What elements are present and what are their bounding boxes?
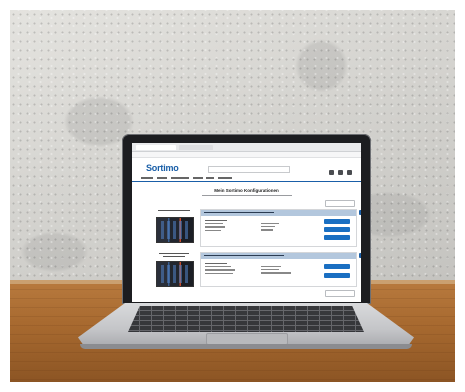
info-icon xyxy=(359,253,361,258)
list-icon xyxy=(338,170,343,175)
browser-tab xyxy=(136,145,176,150)
card-details-panel xyxy=(200,209,361,247)
sortimo-logo: Sortimo xyxy=(146,163,179,173)
laptop-keyboard xyxy=(128,306,364,332)
info-icon xyxy=(359,210,361,215)
page-title: Mein Sortimo Konfigurationen xyxy=(214,188,279,193)
card-panel-header xyxy=(201,210,361,216)
card-title xyxy=(154,209,194,212)
card-action-button xyxy=(324,264,350,269)
laptop-screen: Sortimo Mein Sortimo Konfigurationen xyxy=(132,143,361,302)
site-nav xyxy=(141,176,235,180)
photo: Sortimo Mein Sortimo Konfigurationen xyxy=(10,10,455,382)
header-divider xyxy=(132,181,361,182)
site-search-box xyxy=(208,166,290,173)
laptop-front-edge xyxy=(80,344,412,349)
vehicle-thumbnail xyxy=(156,217,194,243)
page-subtitle xyxy=(132,194,361,197)
user-icon xyxy=(329,170,334,175)
cart-icon xyxy=(347,170,352,175)
configuration-card xyxy=(154,252,361,292)
card-details-panel xyxy=(200,252,361,287)
card-action-button xyxy=(324,235,350,240)
laptop-lid: Sortimo Mein Sortimo Konfigurationen xyxy=(122,134,371,304)
configuration-card xyxy=(154,209,361,249)
sort-button xyxy=(325,200,355,207)
load-more-button xyxy=(325,290,355,297)
card-action-button xyxy=(324,227,350,232)
header-icons xyxy=(327,170,353,176)
browser-tab xyxy=(179,145,213,150)
card-panel-header xyxy=(201,253,361,259)
card-action-button xyxy=(324,219,350,224)
card-title xyxy=(154,252,194,258)
browser-tab-bar xyxy=(132,143,361,152)
vehicle-thumbnail xyxy=(156,261,194,287)
card-action-button xyxy=(324,273,350,278)
